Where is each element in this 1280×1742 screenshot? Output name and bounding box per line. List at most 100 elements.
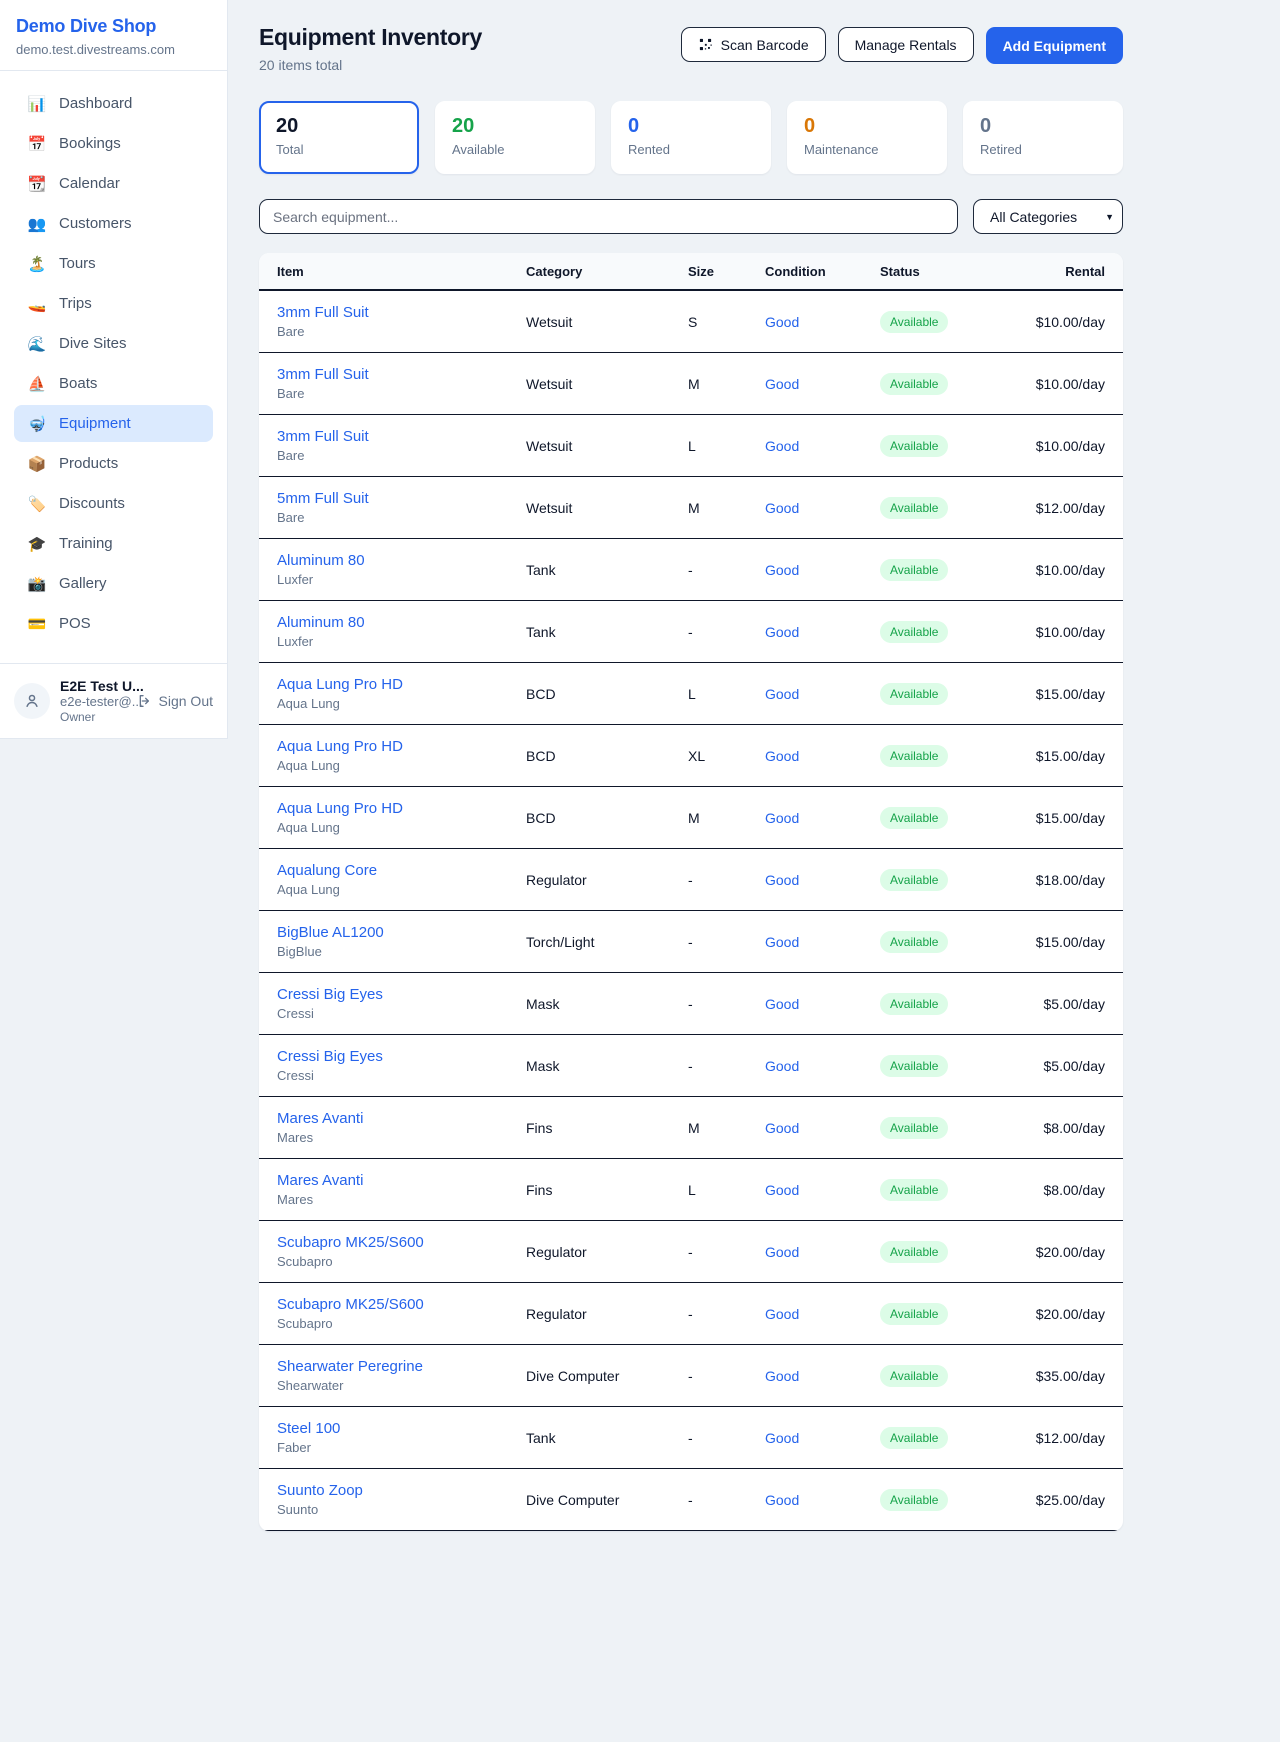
- sidebar-item-tours[interactable]: 🏝️Tours: [14, 245, 213, 282]
- condition-link[interactable]: Good: [765, 934, 880, 950]
- item-name-link[interactable]: Mares Avanti: [277, 1172, 526, 1189]
- item-name-link[interactable]: Scubapro MK25/S600: [277, 1234, 526, 1251]
- item-name-link[interactable]: Shearwater Peregrine: [277, 1358, 526, 1375]
- condition-link[interactable]: Good: [765, 1306, 880, 1322]
- item-name-link[interactable]: Aluminum 80: [277, 614, 526, 631]
- condition-link[interactable]: Good: [765, 1244, 880, 1260]
- sign-out-icon: [137, 693, 153, 709]
- sidebar-item-boats[interactable]: ⛵Boats: [14, 365, 213, 402]
- item-name-link[interactable]: Steel 100: [277, 1420, 526, 1437]
- sidebar-item-pos[interactable]: 💳POS: [14, 605, 213, 642]
- rental-cell: $8.00/day: [1030, 1120, 1105, 1136]
- item-name-link[interactable]: BigBlue AL1200: [277, 924, 526, 941]
- condition-link[interactable]: Good: [765, 1120, 880, 1136]
- manage-rentals-button[interactable]: Manage Rentals: [838, 27, 974, 62]
- category-cell: Wetsuit: [526, 438, 688, 454]
- category-select[interactable]: All Categories: [973, 199, 1123, 234]
- sidebar-item-dashboard[interactable]: 📊Dashboard: [14, 85, 213, 122]
- stat-label: Maintenance: [804, 142, 930, 157]
- search-input[interactable]: [259, 199, 958, 234]
- sidebar-item-training[interactable]: 🎓Training: [14, 525, 213, 562]
- status-badge: Available: [880, 993, 948, 1015]
- sidebar-item-discounts[interactable]: 🏷️Discounts: [14, 485, 213, 522]
- item-name-link[interactable]: Mares Avanti: [277, 1110, 526, 1127]
- add-equipment-button[interactable]: Add Equipment: [986, 27, 1123, 64]
- sidebar-item-gallery[interactable]: 📸Gallery: [14, 565, 213, 602]
- item-name-link[interactable]: Aqua Lung Pro HD: [277, 738, 526, 755]
- item-name-link[interactable]: 3mm Full Suit: [277, 428, 526, 445]
- stat-card-total[interactable]: 20Total: [259, 101, 419, 174]
- condition-link[interactable]: Good: [765, 686, 880, 702]
- table-row: Aqualung CoreAqua LungRegulator-GoodAvai…: [259, 849, 1123, 911]
- item-name-link[interactable]: Scubapro MK25/S600: [277, 1296, 526, 1313]
- condition-link[interactable]: Good: [765, 314, 880, 330]
- category-cell: Wetsuit: [526, 500, 688, 516]
- condition-link[interactable]: Good: [765, 562, 880, 578]
- item-name-link[interactable]: Aqualung Core: [277, 862, 526, 879]
- item-name-link[interactable]: Aqua Lung Pro HD: [277, 800, 526, 817]
- condition-link[interactable]: Good: [765, 810, 880, 826]
- brand-subdomain: demo.test.divestreams.com: [16, 42, 211, 57]
- condition-link[interactable]: Good: [765, 996, 880, 1012]
- condition-link[interactable]: Good: [765, 1182, 880, 1198]
- item-name-link[interactable]: Aluminum 80: [277, 552, 526, 569]
- manage-rentals-label: Manage Rentals: [855, 37, 957, 53]
- condition-link[interactable]: Good: [765, 376, 880, 392]
- sidebar-item-equipment[interactable]: 🤿Equipment: [14, 405, 213, 442]
- item-name-link[interactable]: Suunto Zoop: [277, 1482, 526, 1499]
- stat-card-available[interactable]: 20Available: [435, 101, 595, 174]
- stat-card-maintenance[interactable]: 0Maintenance: [787, 101, 947, 174]
- status-badge: Available: [880, 745, 948, 767]
- sidebar-item-label: Dive Sites: [59, 335, 127, 352]
- stat-value: 0: [980, 115, 1106, 138]
- status-badge: Available: [880, 1179, 948, 1201]
- category-cell: Regulator: [526, 1244, 688, 1260]
- calendar-icon: 📆: [27, 175, 47, 193]
- category-cell: Wetsuit: [526, 314, 688, 330]
- table-row: Aluminum 80LuxferTank-GoodAvailable$10.0…: [259, 601, 1123, 663]
- sidebar-item-products[interactable]: 📦Products: [14, 445, 213, 482]
- sign-out-button[interactable]: Sign Out: [137, 693, 213, 709]
- table-row: Mares AvantiMaresFinsLGoodAvailable$8.00…: [259, 1159, 1123, 1221]
- status-badge: Available: [880, 683, 948, 705]
- item-name-link[interactable]: Cressi Big Eyes: [277, 986, 526, 1003]
- sidebar-item-trips[interactable]: 🚤Trips: [14, 285, 213, 322]
- condition-link[interactable]: Good: [765, 872, 880, 888]
- sidebar-item-calendar[interactable]: 📆Calendar: [14, 165, 213, 202]
- condition-link[interactable]: Good: [765, 1430, 880, 1446]
- item-name-link[interactable]: 3mm Full Suit: [277, 366, 526, 383]
- scan-barcode-button[interactable]: Scan Barcode: [681, 27, 826, 62]
- condition-link[interactable]: Good: [765, 624, 880, 640]
- item-name-link[interactable]: 5mm Full Suit: [277, 490, 526, 507]
- item-cell: Suunto ZoopSuunto: [277, 1482, 526, 1517]
- condition-link[interactable]: Good: [765, 1058, 880, 1074]
- category-cell: Wetsuit: [526, 376, 688, 392]
- item-cell: Cressi Big EyesCressi: [277, 1048, 526, 1083]
- person-icon: [23, 692, 41, 710]
- size-cell: M: [688, 376, 765, 392]
- tag-icon: 🏷️: [27, 495, 47, 513]
- rental-cell: $10.00/day: [1030, 624, 1105, 640]
- item-brand: Luxfer: [277, 572, 526, 587]
- bookings-calendar-icon: 📅: [27, 135, 47, 153]
- item-name-link[interactable]: Aqua Lung Pro HD: [277, 676, 526, 693]
- stat-card-retired[interactable]: 0Retired: [963, 101, 1123, 174]
- sidebar-item-customers[interactable]: 👥Customers: [14, 205, 213, 242]
- avatar: [14, 683, 50, 719]
- rental-cell: $15.00/day: [1030, 810, 1105, 826]
- condition-link[interactable]: Good: [765, 748, 880, 764]
- condition-link[interactable]: Good: [765, 1368, 880, 1384]
- sidebar-item-dive-sites[interactable]: 🌊Dive Sites: [14, 325, 213, 362]
- table-row: Steel 100FaberTank-GoodAvailable$12.00/d…: [259, 1407, 1123, 1469]
- condition-link[interactable]: Good: [765, 438, 880, 454]
- item-cell: Cressi Big EyesCressi: [277, 986, 526, 1021]
- item-name-link[interactable]: 3mm Full Suit: [277, 304, 526, 321]
- sidebar-item-bookings[interactable]: 📅Bookings: [14, 125, 213, 162]
- item-name-link[interactable]: Cressi Big Eyes: [277, 1048, 526, 1065]
- stat-card-rented[interactable]: 0Rented: [611, 101, 771, 174]
- condition-link[interactable]: Good: [765, 1492, 880, 1508]
- sidebar-item-label: Equipment: [59, 415, 131, 432]
- rental-cell: $5.00/day: [1030, 996, 1105, 1012]
- condition-link[interactable]: Good: [765, 500, 880, 516]
- category-cell: Tank: [526, 562, 688, 578]
